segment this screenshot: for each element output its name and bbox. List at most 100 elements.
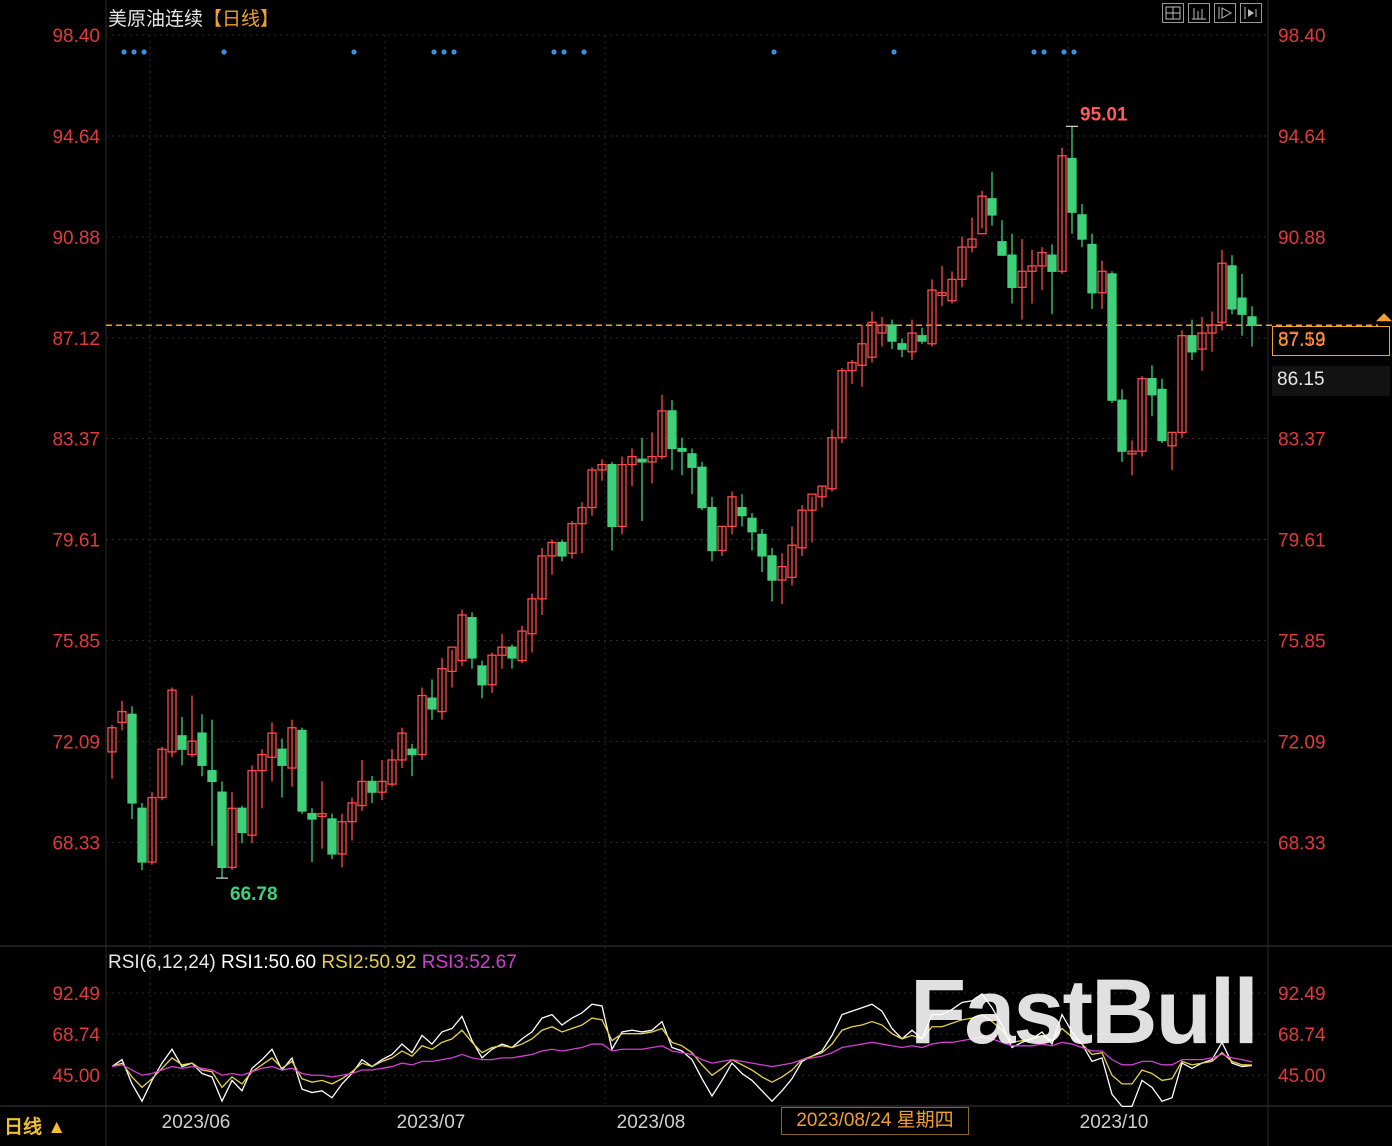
- signal-dot: [891, 49, 897, 55]
- signal-dot: [1071, 49, 1077, 55]
- signal-dot: [561, 49, 567, 55]
- signal-dot: [581, 49, 587, 55]
- candle-body: [557, 541, 567, 557]
- signal-dot: [1031, 49, 1037, 55]
- rsi2-value: RSI2:50.92: [321, 952, 417, 973]
- price-tick-left: 83.37: [52, 430, 100, 451]
- signal-dot: [451, 49, 457, 55]
- price-tick-left: 79.61: [52, 531, 100, 552]
- candle-body: [297, 729, 307, 812]
- candle-body: [687, 453, 697, 468]
- price-tick-left: 98.40: [52, 26, 100, 47]
- bars-indicator-icon[interactable]: [1188, 3, 1210, 23]
- step-forward-icon[interactable]: [1240, 3, 1262, 23]
- candle-body: [737, 506, 747, 517]
- candle-body: [467, 616, 477, 659]
- candle-body: [757, 533, 767, 557]
- candle-body: [1157, 388, 1167, 442]
- candle-body: [177, 735, 187, 750]
- candle-body: [1147, 378, 1157, 396]
- candle-body: [1187, 335, 1197, 353]
- candle-body: [677, 447, 687, 452]
- signal-dot: [131, 49, 137, 55]
- chart-toolbar: [1162, 3, 1262, 23]
- candle-body: [1067, 157, 1077, 213]
- last-price-tag: 87.59: [1272, 326, 1390, 356]
- candle-body: [507, 646, 517, 659]
- chart-title: 美原油连续【日线】: [108, 4, 279, 31]
- price-tick-right: 90.88: [1278, 228, 1326, 249]
- time-tick-label: 2023/08: [617, 1112, 686, 1133]
- candle-body: [697, 466, 707, 509]
- candle-body: [1247, 316, 1257, 326]
- candle-body: [197, 732, 207, 766]
- time-tick-label: 2023/06: [162, 1112, 231, 1133]
- candle-body: [987, 198, 997, 216]
- candle-body: [1237, 297, 1247, 315]
- candle-body: [477, 665, 487, 686]
- price-tick-left: 68.33: [52, 833, 100, 854]
- signal-dot: [1041, 49, 1047, 55]
- candle-body: [917, 335, 927, 342]
- grid-layout-icon[interactable]: [1162, 3, 1184, 23]
- last-price-arrow-icon: [1376, 313, 1392, 322]
- play-forward-icon[interactable]: [1214, 3, 1236, 23]
- candle-body: [207, 770, 217, 783]
- period-tab[interactable]: 日线 ▲: [4, 1112, 66, 1139]
- candle-body: [1087, 243, 1097, 294]
- price-tick-left: 90.88: [52, 228, 100, 249]
- signal-dot: [121, 49, 127, 55]
- signal-dot: [431, 49, 437, 55]
- price-tick-left: 94.64: [52, 127, 100, 148]
- price-tick-left: 75.85: [52, 631, 100, 652]
- price-tick-right: 68.33: [1278, 833, 1326, 854]
- rsi3-value: RSI3:52.67: [421, 952, 517, 973]
- signal-dot: [551, 49, 557, 55]
- candle-body: [997, 241, 1007, 256]
- price-tick-right: 83.37: [1278, 430, 1326, 451]
- signal-dot: [1061, 49, 1067, 55]
- rsi-legend: RSI(6,12,24) RSI1:50.60 RSI2:50.92 RSI3:…: [108, 952, 517, 974]
- price-tick-left: 72.09: [52, 732, 100, 753]
- price-tick-left: 87.12: [52, 329, 100, 350]
- crosshair-date-label: 2023/08/24 星期四: [781, 1107, 969, 1135]
- signal-dot: [441, 49, 447, 55]
- signal-dot: [771, 49, 777, 55]
- candle-body: [1227, 265, 1237, 310]
- candle-body: [897, 343, 907, 350]
- rsi-tick-left: 45.00: [52, 1066, 100, 1087]
- candle-body: [707, 506, 717, 552]
- candle-body: [217, 791, 227, 869]
- rsi-tick-left: 68.74: [52, 1025, 100, 1046]
- time-tick-label: 2023/10: [1080, 1112, 1149, 1133]
- candle-body: [367, 780, 377, 793]
- prev-price-tag: 86.15: [1272, 366, 1390, 396]
- candle-body: [407, 748, 417, 756]
- rsi1-value: RSI1:50.60: [221, 952, 317, 973]
- candle-body: [127, 713, 137, 804]
- candle-body: [767, 555, 777, 581]
- rsi-tick-left: 92.49: [52, 984, 100, 1005]
- high-price-label: 95.01: [1080, 104, 1128, 125]
- candle-body: [1117, 399, 1127, 452]
- time-tick-label: 2023/07: [397, 1112, 466, 1133]
- signal-dot: [351, 49, 357, 55]
- signal-dot: [141, 49, 147, 55]
- candle-body: [1047, 254, 1057, 272]
- price-tick-right: 72.09: [1278, 732, 1326, 753]
- candle-body: [607, 463, 617, 528]
- rsi-tick-right: 68.74: [1278, 1025, 1326, 1046]
- candle-body: [1107, 273, 1117, 401]
- low-price-label: 66.78: [230, 884, 278, 905]
- candle-body: [137, 807, 147, 863]
- period-label: 【日线】: [203, 9, 280, 30]
- candle-body: [307, 813, 317, 820]
- candle-body: [637, 458, 647, 463]
- rsi-tick-right: 45.00: [1278, 1066, 1326, 1087]
- signal-dot: [221, 49, 227, 55]
- rsi-params-label: RSI(6,12,24): [108, 952, 216, 973]
- candle-body: [277, 748, 287, 766]
- price-tick-right: 79.61: [1278, 531, 1326, 552]
- candle-body: [1007, 254, 1017, 289]
- candle-body: [237, 807, 247, 834]
